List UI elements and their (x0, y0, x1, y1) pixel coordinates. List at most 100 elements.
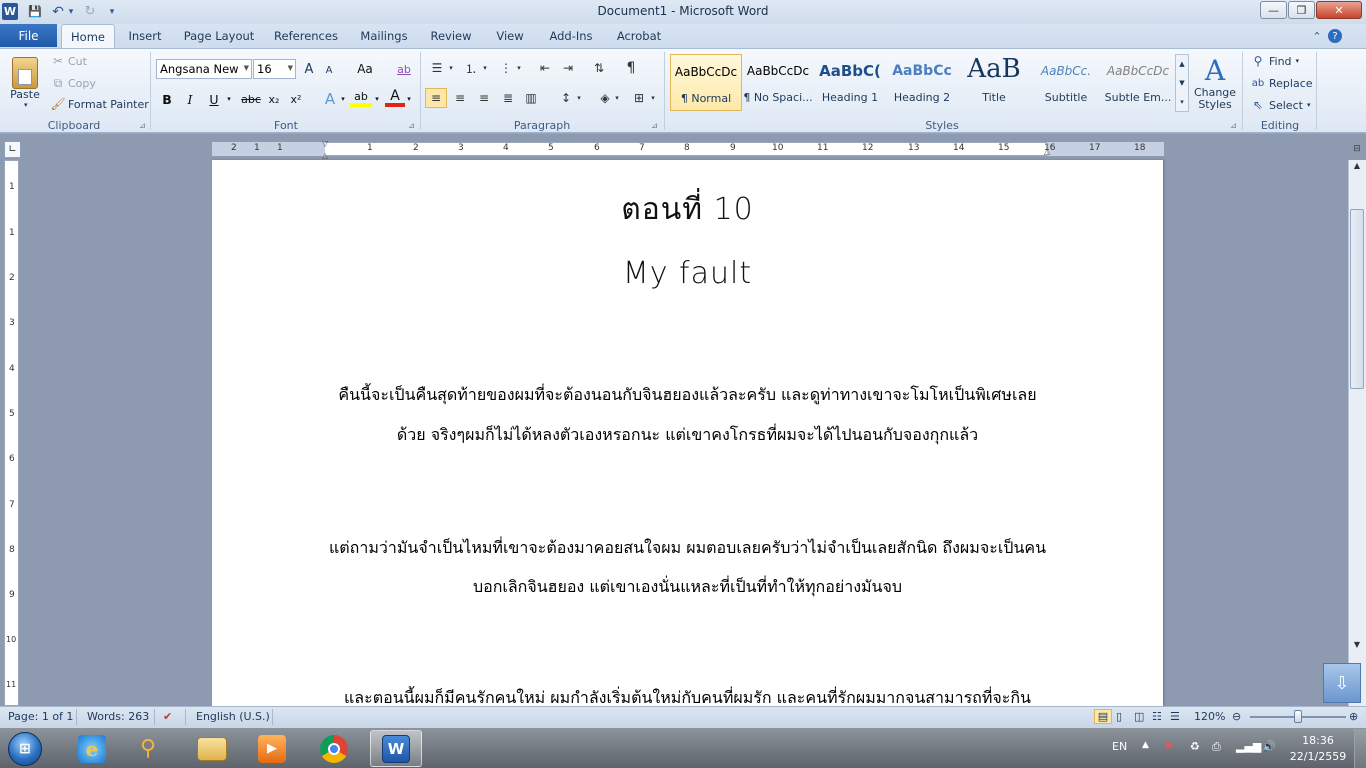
format-painter-button[interactable]: 🖌 Format Painter (50, 97, 148, 111)
borders-icon[interactable]: ⊞ (628, 88, 650, 108)
tab-page-layout[interactable]: Page Layout (178, 24, 260, 48)
close-button[interactable]: ✕ (1316, 1, 1362, 19)
thai-distributed-icon[interactable]: ▥ (520, 88, 542, 108)
paste-button[interactable] (6, 54, 44, 92)
tab-insert[interactable]: Insert (121, 24, 169, 48)
tab-home[interactable]: Home (61, 24, 115, 49)
tab-review[interactable]: Review (424, 24, 478, 48)
taskbar-search[interactable]: ⚲ (122, 730, 174, 767)
justify-icon[interactable]: ≣ (497, 88, 519, 108)
tab-references[interactable]: References (268, 24, 344, 48)
action-center-icon[interactable]: ⚑ (1164, 740, 1174, 753)
scroll-down-icon[interactable]: ▼ (1179, 79, 1184, 87)
zoom-level[interactable]: 120% (1194, 710, 1225, 723)
tab-selector-button[interactable]: ∟ (4, 141, 21, 158)
first-line-indent-marker[interactable]: ▽ (320, 139, 330, 148)
page-count[interactable]: Page: 1 of 1 (8, 710, 73, 723)
styles-launcher-icon[interactable]: ⊿ (1229, 121, 1238, 130)
select-browse-object-icon[interactable]: ⇩ (1323, 663, 1361, 703)
font-color-button[interactable]: A (385, 88, 405, 107)
font-size-combo[interactable]: 16 ▼ (253, 59, 296, 79)
hanging-indent-marker[interactable]: △ (320, 151, 330, 160)
tab-view[interactable]: View (487, 24, 533, 48)
paste-dropdown-icon[interactable]: ▾ (24, 101, 32, 109)
taskbar-chrome[interactable] (308, 730, 360, 767)
proofing-icon[interactable]: ✔ (163, 710, 172, 723)
paragraph-line[interactable]: ด้วย จริงๆผมก็ไม่ได้หลงตัวเองหรอกนะ แต่เ… (212, 423, 1163, 448)
outline-icon[interactable]: ☷ (1152, 710, 1162, 723)
chapter-heading[interactable]: ตอนที่ 10 (212, 186, 1163, 233)
zoom-in-icon[interactable]: ⊕ (1349, 710, 1358, 723)
full-screen-reading-icon[interactable]: ▯ (1116, 710, 1122, 723)
grow-font-button[interactable]: A (300, 60, 318, 78)
style-no-spacing[interactable]: AaBbCcDc ¶ No Spaci... (742, 54, 814, 111)
cut-button[interactable]: ✂ Cut (50, 54, 87, 68)
minimize-ribbon-icon[interactable]: ⌃ (1309, 28, 1325, 44)
numbering-dropdown-icon[interactable]: ▾ (480, 58, 490, 78)
sync-icon[interactable]: ♻ (1190, 740, 1200, 753)
italic-button[interactable]: I (180, 89, 200, 109)
change-case-button[interactable]: Aa (353, 60, 377, 78)
font-color-dropdown-icon[interactable]: ▾ (404, 89, 414, 109)
split-view-icon[interactable]: ⊟ (1349, 144, 1365, 158)
clock-date[interactable]: 22/1/2559 (1286, 750, 1350, 763)
taskbar-internet-explorer[interactable]: e (66, 730, 118, 767)
text-effects-dropdown-icon[interactable]: ▾ (338, 89, 348, 109)
numbering-icon[interactable]: ⒈ (460, 58, 482, 78)
shrink-font-button[interactable]: A (321, 62, 337, 78)
underline-button[interactable]: U (204, 89, 224, 109)
paragraph-launcher-icon[interactable]: ⊿ (650, 121, 659, 130)
style-subtle-emphasis[interactable]: AaBbCcDc Subtle Em... (1102, 54, 1174, 111)
volume-icon[interactable]: 🔊 (1262, 740, 1276, 753)
chevron-down-icon[interactable]: ▼ (288, 64, 293, 72)
superscript-button[interactable]: x² (286, 89, 306, 109)
show-formatting-marks-button[interactable]: ¶ (620, 58, 642, 78)
style-heading-1[interactable]: AaBbC( Heading 1 (814, 54, 886, 111)
taskbar-word[interactable]: W (370, 730, 422, 767)
paragraph-line[interactable]: และตอนนี้ผมก็มีคนรักคนใหม่ ผมกำลังเริ่มต… (212, 686, 1163, 706)
zoom-out-icon[interactable]: ⊖ (1232, 710, 1241, 723)
bullets-icon[interactable]: ☰ (426, 58, 448, 78)
find-button[interactable]: ⚲ Find ▾ (1250, 53, 1299, 69)
line-spacing-dropdown-icon[interactable]: ▾ (574, 88, 584, 108)
copy-button[interactable]: ⧉ Copy (50, 76, 96, 90)
highlight-dropdown-icon[interactable]: ▾ (372, 89, 382, 109)
highlight-button[interactable]: ab (350, 89, 372, 107)
clear-formatting-button[interactable]: ab (394, 60, 414, 78)
paragraph-line[interactable]: แต่ถามว่ามันจำเป็นไหมที่เขาจะต้องมาคอยสน… (212, 536, 1163, 561)
styles-scroll[interactable]: ▲ ▼ ▾ (1175, 54, 1189, 112)
help-icon[interactable]: ? (1328, 29, 1342, 43)
bullets-dropdown-icon[interactable]: ▾ (446, 58, 456, 78)
vertical-ruler[interactable] (4, 160, 19, 706)
paste-label[interactable]: Paste (10, 88, 40, 101)
text-effects-button[interactable]: A (320, 89, 340, 109)
scroll-down-icon[interactable]: ▼ (1349, 640, 1365, 654)
tab-mailings[interactable]: Mailings (352, 24, 416, 48)
style-subtitle[interactable]: AaBbCc. Subtitle (1030, 54, 1102, 111)
bold-button[interactable]: B (157, 89, 177, 109)
more-styles-icon[interactable]: ▾ (1180, 98, 1184, 106)
style-normal[interactable]: AaBbCcDc ¶ Normal (670, 54, 742, 111)
web-layout-icon[interactable]: ◫ (1134, 710, 1144, 723)
language-indicator[interactable]: English (U.S.) (196, 710, 270, 723)
align-left-icon[interactable]: ≡ (425, 88, 447, 108)
scroll-up-icon[interactable]: ▲ (1179, 60, 1184, 68)
start-button[interactable]: ⊞ (2, 730, 48, 767)
paragraph-line[interactable]: บอกเลิกจินฮยอง แต่เขาเองนั่นแหละที่เป็นท… (212, 575, 1163, 600)
paragraph-line[interactable]: คืนนี้จะเป็นคืนสุดท้ายของผมที่จะต้องนอนก… (212, 383, 1163, 408)
network-icon[interactable]: ▂▄▆ (1236, 740, 1261, 753)
replace-button[interactable]: ab Replace (1250, 75, 1313, 91)
underline-dropdown-icon[interactable]: ▾ (224, 89, 234, 109)
draft-icon[interactable]: ☰ (1170, 710, 1180, 723)
strikethrough-button[interactable]: abc (238, 89, 264, 109)
change-styles-button[interactable]: A Change Styles (1194, 54, 1236, 116)
shading-dropdown-icon[interactable]: ▾ (612, 88, 622, 108)
align-right-icon[interactable]: ≡ (473, 88, 495, 108)
show-desktop-button[interactable] (1354, 729, 1366, 768)
scroll-up-icon[interactable]: ▲ (1349, 161, 1365, 175)
font-name-combo[interactable]: Angsana New ▼ (156, 59, 252, 79)
tab-add-ins[interactable]: Add-Ins (541, 24, 601, 48)
borders-dropdown-icon[interactable]: ▾ (648, 88, 658, 108)
zoom-slider-thumb[interactable] (1294, 710, 1302, 723)
tab-acrobat[interactable]: Acrobat (609, 24, 669, 48)
